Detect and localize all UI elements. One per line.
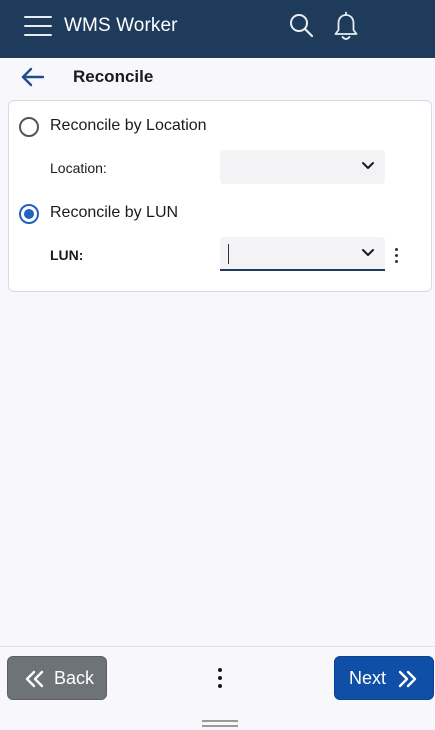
next-button-label: Next: [349, 668, 387, 688]
more-vertical-icon[interactable]: [391, 246, 403, 266]
radio-label-lun: Reconcile by LUN: [50, 204, 179, 221]
drag-handle[interactable]: [202, 720, 238, 728]
text-cursor: [228, 244, 229, 264]
app-root: WMS Worker Reconcile Reconcile by Locati…: [0, 0, 435, 730]
back-button-label: Back: [54, 668, 95, 688]
double-chevron-right-icon: [398, 670, 417, 688]
radio-option-lun[interactable]: Reconcile by LUN: [19, 202, 219, 228]
top-app-bar: WMS Worker: [0, 0, 435, 58]
arrow-left-icon[interactable]: [20, 66, 46, 88]
next-button[interactable]: Next: [334, 656, 434, 700]
back-button[interactable]: Back: [7, 656, 107, 700]
chevron-down-icon: [362, 162, 374, 169]
lun-dropdown-input[interactable]: [220, 237, 385, 271]
location-field-label: Location:: [50, 160, 107, 176]
radio-option-location[interactable]: Reconcile by Location: [19, 115, 239, 141]
double-chevron-left-icon: [25, 670, 44, 688]
radio-button-lun[interactable]: [19, 204, 39, 224]
page-header: Reconcile: [0, 58, 435, 96]
location-dropdown[interactable]: [220, 150, 385, 184]
footer-bar: Back Next: [0, 647, 435, 730]
chevron-down-icon: [362, 249, 374, 256]
app-title: WMS Worker: [64, 15, 178, 36]
reconcile-options-card: Reconcile by Location Location: Reconcil…: [8, 100, 432, 292]
search-icon[interactable]: [287, 11, 315, 41]
page-title: Reconcile: [73, 67, 154, 86]
hamburger-menu-icon[interactable]: [24, 14, 52, 38]
bell-icon[interactable]: [331, 11, 361, 43]
more-vertical-icon[interactable]: [214, 666, 226, 692]
radio-label-location: Reconcile by Location: [50, 117, 207, 134]
radio-button-location[interactable]: [19, 117, 39, 137]
lun-field-label: LUN:: [50, 247, 84, 263]
